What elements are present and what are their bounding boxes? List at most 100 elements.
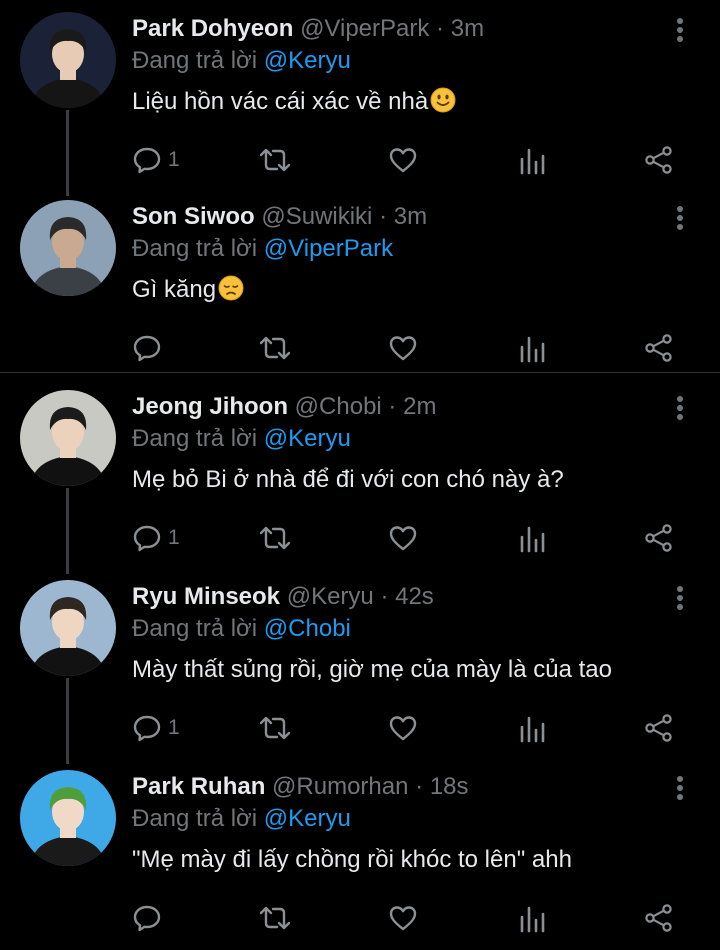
replying-to: Đang trả lời @Keryu (132, 46, 351, 76)
mention-link[interactable]: @Keryu (264, 425, 351, 452)
share-button[interactable] (644, 900, 674, 936)
username[interactable]: @Suwikiki (261, 203, 372, 230)
share-button[interactable] (644, 330, 674, 366)
like-button[interactable] (388, 900, 418, 936)
tweet[interactable]: Park Ruhan @Rumorhan · 18s Đang trả lời … (0, 770, 720, 950)
retweet-button[interactable] (258, 330, 292, 366)
tweet[interactable]: Ryu Minseok @Keryu · 42s Đang trả lời @C… (0, 580, 720, 760)
timestamp[interactable]: 3m (451, 15, 484, 42)
reply-count: 1 (168, 526, 180, 549)
analytics-button[interactable] (518, 900, 546, 936)
avatar[interactable] (20, 12, 116, 108)
mention-link[interactable]: @Keryu (264, 805, 351, 832)
share-icon (645, 334, 672, 362)
mention-link[interactable]: @ViperPark (264, 235, 393, 262)
reply-icon (133, 147, 161, 174)
tweet-text-content: Mẹ bỏ Bi ở nhà để đi với con chó này à? (132, 466, 564, 493)
avatar[interactable] (20, 580, 116, 676)
tweet-actions: 1 (132, 520, 692, 556)
mention-link[interactable]: @Keryu (264, 47, 351, 74)
username[interactable]: @Chobi (295, 393, 382, 420)
reply-button[interactable]: 1 (132, 710, 180, 746)
retweet-button[interactable] (258, 710, 292, 746)
tweet[interactable]: Jeong Jihoon @Chobi · 2m Đang trả lời @K… (0, 390, 720, 570)
tweet-text: Liệu hồn vác cái xác về nhà (132, 86, 456, 118)
more-options-icon[interactable] (670, 584, 690, 612)
replying-to-label: Đang trả lời (132, 425, 258, 452)
replying-to: Đang trả lời @Chobi (132, 614, 351, 644)
tweet[interactable]: Son Siwoo @Suwikiki · 3m Đang trả lời @V… (0, 200, 720, 380)
timestamp[interactable]: 42s (395, 583, 434, 610)
tweet-header: Jeong Jihoon @Chobi · 2m (132, 392, 436, 422)
reply-button[interactable] (132, 330, 162, 366)
share-icon (645, 146, 672, 174)
replying-to-label: Đang trả lời (132, 47, 258, 74)
avatar[interactable] (20, 770, 116, 866)
tweet-text: Mẹ bỏ Bi ở nhà để đi với con chó này à? (132, 464, 564, 496)
display-name[interactable]: Son Siwoo (132, 203, 255, 230)
separator-dot: · (415, 773, 424, 800)
analytics-button[interactable] (518, 710, 546, 746)
analytics-icon (520, 526, 545, 553)
share-button[interactable] (644, 710, 674, 746)
tweet-header: Park Dohyeon @ViperPark · 3m (132, 14, 484, 44)
retweet-icon (259, 716, 291, 740)
replying-to-label: Đang trả lời (132, 235, 258, 262)
analytics-button[interactable] (518, 520, 546, 556)
tweet-text: "Mẹ mày đi lấy chồng rồi khóc to lên" ah… (132, 844, 572, 876)
replying-to: Đang trả lời @ViperPark (132, 234, 393, 264)
username[interactable]: @Keryu (287, 583, 374, 610)
analytics-button[interactable] (518, 142, 546, 178)
retweet-icon (259, 336, 291, 360)
reply-icon (133, 715, 161, 742)
like-button[interactable] (388, 330, 418, 366)
analytics-icon (520, 906, 545, 933)
avatar[interactable] (20, 390, 116, 486)
analytics-button[interactable] (518, 330, 546, 366)
tweet-header: Park Ruhan @Rumorhan · 18s (132, 772, 469, 802)
tweet-header: Son Siwoo @Suwikiki · 3m (132, 202, 427, 232)
reply-button[interactable] (132, 900, 162, 936)
retweet-icon (259, 906, 291, 930)
display-name[interactable]: Jeong Jihoon (132, 393, 288, 420)
analytics-icon (520, 148, 545, 175)
tweet-actions: 1 (132, 142, 692, 178)
more-options-icon[interactable] (670, 394, 690, 422)
analytics-icon (520, 336, 545, 363)
heart-icon (389, 906, 417, 931)
timestamp[interactable]: 18s (430, 773, 469, 800)
tweet-actions (132, 900, 692, 936)
share-button[interactable] (644, 142, 674, 178)
more-options-icon[interactable] (670, 16, 690, 44)
username[interactable]: @Rumorhan (272, 773, 408, 800)
more-options-icon[interactable] (670, 204, 690, 232)
like-button[interactable] (388, 142, 418, 178)
retweet-icon (259, 148, 291, 172)
reply-button[interactable]: 1 (132, 520, 180, 556)
reply-button[interactable]: 1 (132, 142, 180, 178)
separator-dot: · (388, 393, 397, 420)
display-name[interactable]: Park Dohyeon (132, 15, 293, 42)
retweet-button[interactable] (258, 900, 292, 936)
mention-link[interactable]: @Chobi (264, 615, 351, 642)
timestamp[interactable]: 2m (403, 393, 436, 420)
more-options-icon[interactable] (670, 774, 690, 802)
display-name[interactable]: Ryu Minseok (132, 583, 280, 610)
analytics-icon (520, 716, 545, 743)
tweet[interactable]: Park Dohyeon @ViperPark · 3m Đang trả lờ… (0, 12, 720, 192)
avatar[interactable] (20, 200, 116, 296)
like-button[interactable] (388, 710, 418, 746)
retweet-button[interactable] (258, 142, 292, 178)
separator-dot: · (436, 15, 445, 42)
like-button[interactable] (388, 520, 418, 556)
share-button[interactable] (644, 520, 674, 556)
timestamp[interactable]: 3m (394, 203, 427, 230)
slightly-smiling-face-emoji-icon (430, 87, 456, 113)
replying-to: Đang trả lời @Keryu (132, 804, 351, 834)
heart-icon (389, 526, 417, 551)
share-icon (645, 524, 672, 552)
reply-count: 1 (168, 148, 180, 171)
retweet-button[interactable] (258, 520, 292, 556)
display-name[interactable]: Park Ruhan (132, 773, 265, 800)
username[interactable]: @ViperPark (300, 15, 429, 42)
